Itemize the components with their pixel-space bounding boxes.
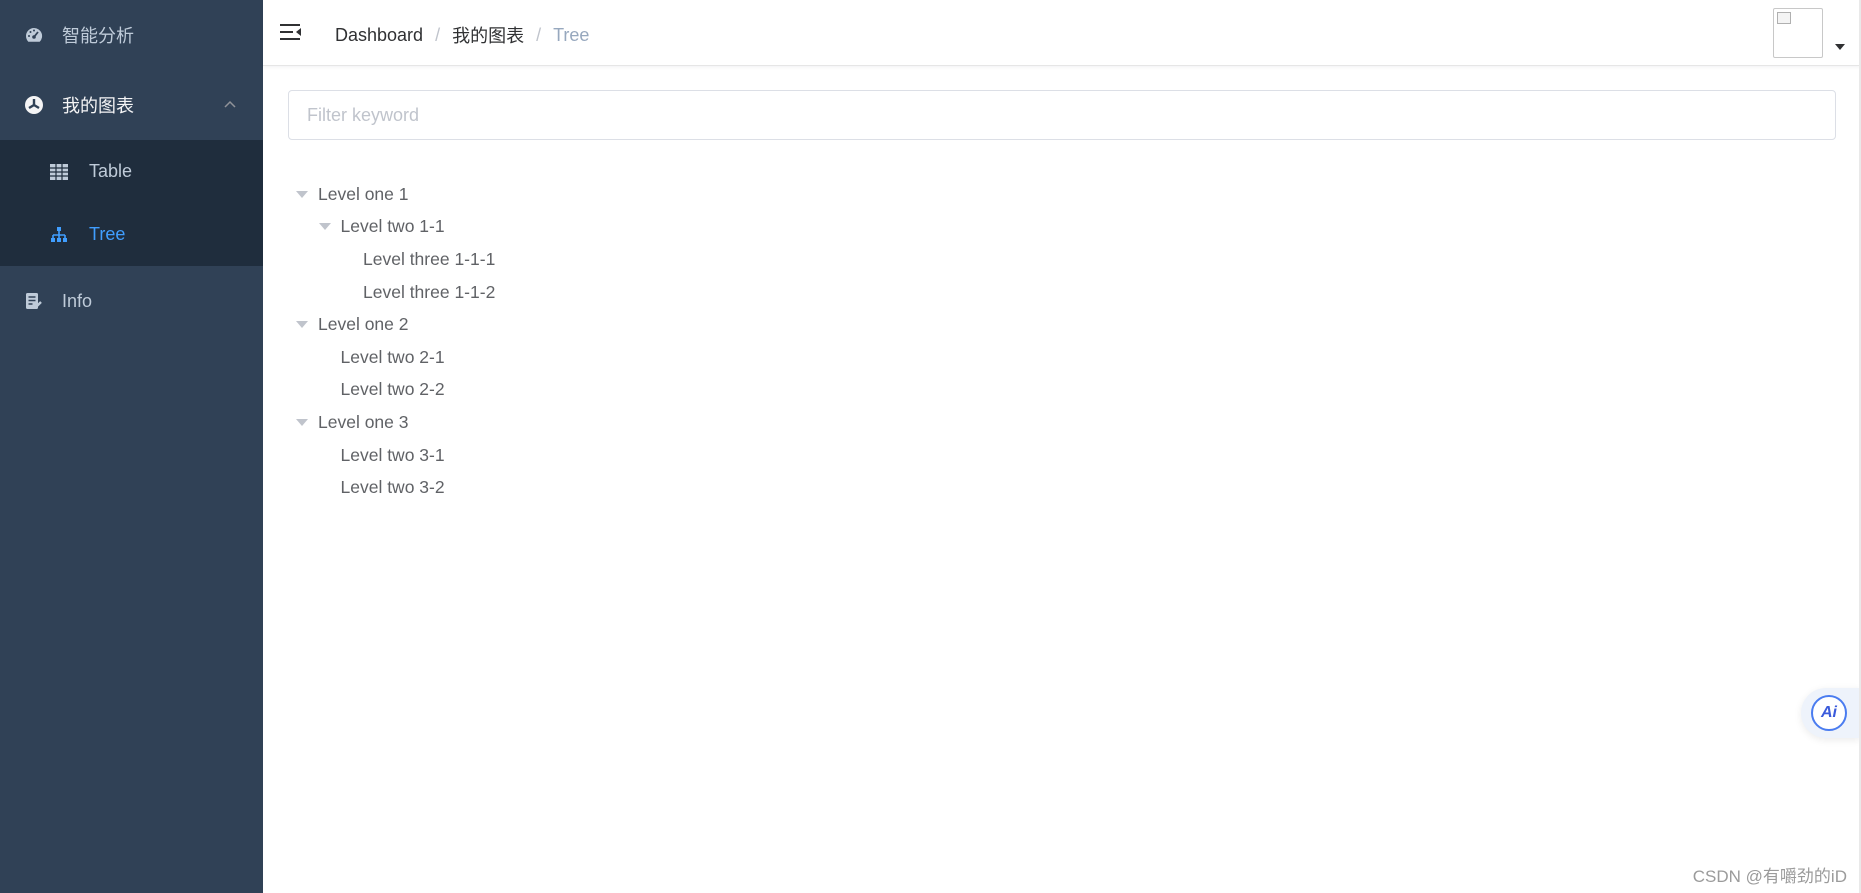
ai-icon: Ai <box>1811 695 1847 731</box>
tree-node[interactable]: Level two 1-1 <box>288 211 1088 244</box>
tree-node-label: Level one 3 <box>318 411 409 432</box>
sidebar-item-label: 智能分析 <box>62 26 134 46</box>
tree-node[interactable]: Level two 3-2 <box>288 471 1088 504</box>
tree-node-label: Level three 1-1-2 <box>363 281 496 302</box>
tree-node[interactable]: Level three 1-1-2 <box>288 276 1088 309</box>
tree: Level one 1 Level two 1-1 Level three 1-1-… <box>288 178 1088 504</box>
sidebar-item-table[interactable]: Table <box>0 140 263 203</box>
tree-node[interactable]: Level two 2-1 <box>288 341 1088 374</box>
tree-node[interactable]: Level three 1-1-1 <box>288 243 1088 276</box>
caret-down-icon[interactable] <box>1835 44 1845 50</box>
caret-down-icon[interactable] <box>318 223 331 231</box>
breadcrumb-my-charts[interactable]: 我的图表 <box>452 22 524 48</box>
tree-node-label: Level two 2-1 <box>340 346 445 367</box>
sidebar-item-analysis[interactable]: 智能分析 <box>0 0 263 70</box>
avatar[interactable] <box>1773 8 1823 58</box>
tree-node[interactable]: Level two 2-2 <box>288 374 1088 407</box>
table-icon <box>49 163 69 181</box>
form-icon <box>24 291 44 311</box>
tree-node[interactable]: Level two 3-1 <box>288 439 1088 472</box>
sidebar-item-tree[interactable]: Tree <box>0 203 263 266</box>
chart-circle-icon <box>24 95 44 115</box>
breadcrumb-dashboard[interactable]: Dashboard <box>335 25 423 46</box>
navbar: Dashboard / 我的图表 / Tree <box>263 0 1861 66</box>
tree-node[interactable]: Level one 2 <box>288 308 1088 341</box>
sidebar-item-label: Info <box>62 290 93 311</box>
tree-node[interactable]: Level one 1 <box>288 178 1088 211</box>
tree-node-label: Level two 2-2 <box>340 379 445 400</box>
chevron-up-icon <box>224 100 236 108</box>
breadcrumb-separator: / <box>536 24 542 45</box>
tree-icon <box>49 226 69 244</box>
ai-assistant-button[interactable]: Ai <box>1801 688 1861 738</box>
tree-node[interactable]: Level one 3 <box>288 406 1088 439</box>
tree-node-label: Level one 2 <box>318 314 409 335</box>
caret-down-icon[interactable] <box>296 321 308 329</box>
tree-node-label: Level two 3-1 <box>340 444 445 465</box>
breadcrumb: Dashboard / 我的图表 / Tree <box>335 22 589 48</box>
tree-node-label: Level two 1-1 <box>340 216 445 237</box>
tree-node-label: Level one 1 <box>318 183 409 204</box>
sidebar-item-label: Tree <box>89 224 126 244</box>
main-content: Level one 1 Level two 1-1 Level three 1-1-… <box>263 66 1861 893</box>
sidebar: 智能分析 我的图表 Table Tree Info <box>0 0 263 893</box>
watermark: CSDN @有嚼劲的iD <box>1692 867 1847 886</box>
caret-down-icon[interactable] <box>296 418 308 426</box>
sidebar-item-info[interactable]: Info <box>0 266 263 336</box>
sidebar-item-my-charts[interactable]: 我的图表 <box>0 70 263 140</box>
submenu-my-charts: Table Tree <box>0 140 263 266</box>
sidebar-item-label: Table <box>89 161 133 181</box>
breadcrumb-current: Tree <box>553 24 590 45</box>
tree-node-label: Level three 1-1-1 <box>363 248 496 269</box>
caret-down-icon[interactable] <box>296 190 308 198</box>
tree-node-label: Level two 3-2 <box>340 477 445 498</box>
sidebar-item-label: 我的图表 <box>62 96 134 116</box>
breadcrumb-separator: / <box>435 24 441 45</box>
filter-input[interactable] <box>288 90 1836 140</box>
broken-image-icon <box>1777 12 1791 24</box>
hamburger-icon[interactable] <box>280 22 302 42</box>
dashboard-gauge-icon <box>24 25 44 45</box>
